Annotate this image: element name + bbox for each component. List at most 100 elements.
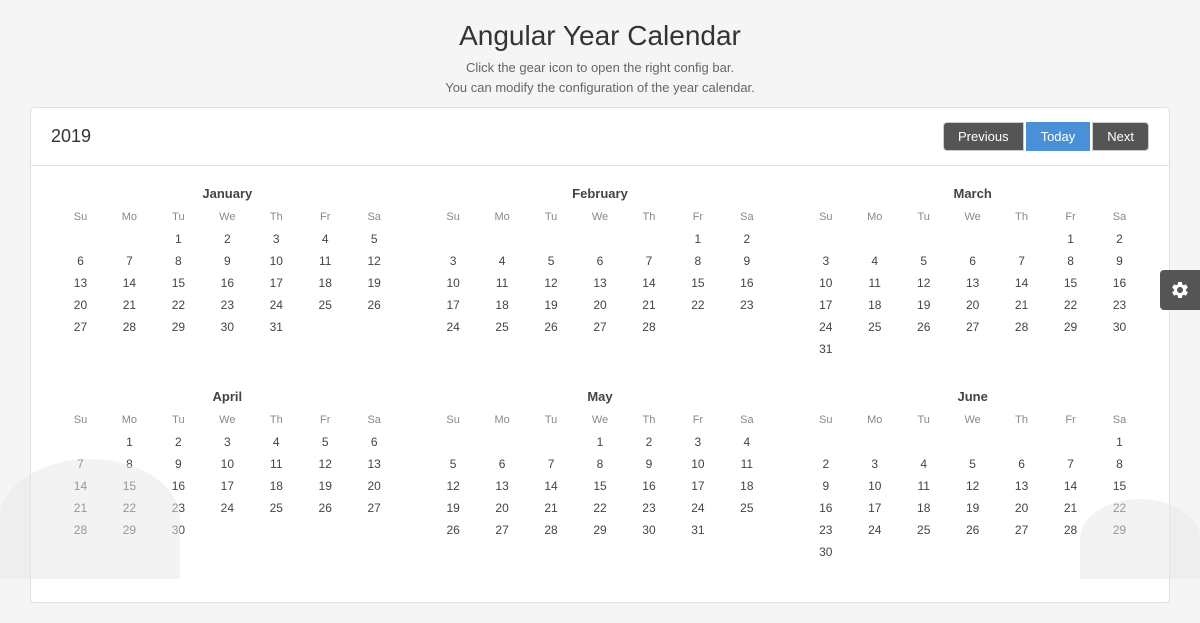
day-cell[interactable]: 3 xyxy=(801,251,850,271)
day-cell[interactable]: 27 xyxy=(350,498,399,518)
day-cell[interactable]: 10 xyxy=(801,273,850,293)
day-cell[interactable]: 12 xyxy=(350,251,399,271)
day-cell[interactable]: 26 xyxy=(527,317,576,337)
day-cell[interactable]: 22 xyxy=(1046,295,1095,315)
day-cell[interactable]: 7 xyxy=(997,251,1046,271)
day-cell[interactable]: 5 xyxy=(899,251,948,271)
day-cell[interactable]: 11 xyxy=(478,273,527,293)
day-cell[interactable]: 15 xyxy=(1046,273,1095,293)
day-cell[interactable]: 13 xyxy=(948,273,997,293)
day-cell[interactable]: 17 xyxy=(850,498,899,518)
day-cell[interactable]: 3 xyxy=(673,432,722,452)
day-cell[interactable]: 25 xyxy=(252,498,301,518)
day-cell[interactable]: 23 xyxy=(722,295,771,315)
day-cell[interactable]: 2 xyxy=(154,432,203,452)
day-cell[interactable]: 31 xyxy=(252,317,301,337)
day-cell[interactable]: 11 xyxy=(252,454,301,474)
day-cell[interactable]: 13 xyxy=(576,273,625,293)
day-cell[interactable]: 4 xyxy=(850,251,899,271)
day-cell[interactable]: 24 xyxy=(673,498,722,518)
day-cell[interactable]: 18 xyxy=(252,476,301,496)
day-cell[interactable]: 27 xyxy=(478,520,527,540)
day-cell[interactable]: 3 xyxy=(203,432,252,452)
today-button[interactable]: Today xyxy=(1026,122,1091,151)
day-cell[interactable]: 20 xyxy=(478,498,527,518)
day-cell[interactable]: 24 xyxy=(429,317,478,337)
day-cell[interactable]: 7 xyxy=(1046,454,1095,474)
day-cell[interactable]: 27 xyxy=(576,317,625,337)
day-cell[interactable]: 19 xyxy=(429,498,478,518)
day-cell[interactable]: 1 xyxy=(154,229,203,249)
day-cell[interactable]: 23 xyxy=(203,295,252,315)
day-cell[interactable]: 3 xyxy=(252,229,301,249)
day-cell[interactable]: 21 xyxy=(624,295,673,315)
day-cell[interactable]: 28 xyxy=(527,520,576,540)
day-cell[interactable]: 24 xyxy=(203,498,252,518)
day-cell[interactable]: 30 xyxy=(1095,317,1144,337)
day-cell[interactable]: 7 xyxy=(527,454,576,474)
day-cell[interactable]: 20 xyxy=(350,476,399,496)
day-cell[interactable]: 8 xyxy=(154,251,203,271)
day-cell[interactable]: 16 xyxy=(801,498,850,518)
day-cell[interactable]: 31 xyxy=(801,339,850,359)
day-cell[interactable]: 29 xyxy=(1046,317,1095,337)
day-cell[interactable]: 17 xyxy=(429,295,478,315)
day-cell[interactable]: 18 xyxy=(301,273,350,293)
day-cell[interactable]: 10 xyxy=(850,476,899,496)
day-cell[interactable]: 14 xyxy=(1046,476,1095,496)
day-cell[interactable]: 20 xyxy=(997,498,1046,518)
day-cell[interactable]: 4 xyxy=(722,432,771,452)
day-cell[interactable]: 3 xyxy=(850,454,899,474)
day-cell[interactable]: 21 xyxy=(1046,498,1095,518)
day-cell[interactable]: 11 xyxy=(301,251,350,271)
day-cell[interactable]: 2 xyxy=(801,454,850,474)
day-cell[interactable]: 2 xyxy=(722,229,771,249)
day-cell[interactable]: 6 xyxy=(997,454,1046,474)
day-cell[interactable]: 16 xyxy=(722,273,771,293)
day-cell[interactable]: 19 xyxy=(948,498,997,518)
day-cell[interactable]: 5 xyxy=(301,432,350,452)
day-cell[interactable]: 1 xyxy=(105,432,154,452)
day-cell[interactable]: 18 xyxy=(899,498,948,518)
day-cell[interactable]: 12 xyxy=(301,454,350,474)
day-cell[interactable]: 29 xyxy=(576,520,625,540)
day-cell[interactable]: 11 xyxy=(850,273,899,293)
day-cell[interactable]: 8 xyxy=(673,251,722,271)
day-cell[interactable]: 14 xyxy=(997,273,1046,293)
day-cell[interactable]: 23 xyxy=(801,520,850,540)
day-cell[interactable]: 6 xyxy=(948,251,997,271)
day-cell[interactable]: 9 xyxy=(624,454,673,474)
day-cell[interactable]: 31 xyxy=(673,520,722,540)
day-cell[interactable]: 6 xyxy=(350,432,399,452)
day-cell[interactable]: 4 xyxy=(301,229,350,249)
day-cell[interactable]: 22 xyxy=(673,295,722,315)
day-cell[interactable]: 25 xyxy=(850,317,899,337)
day-cell[interactable]: 12 xyxy=(948,476,997,496)
day-cell[interactable]: 29 xyxy=(154,317,203,337)
day-cell[interactable]: 7 xyxy=(624,251,673,271)
day-cell[interactable]: 8 xyxy=(1046,251,1095,271)
day-cell[interactable]: 13 xyxy=(478,476,527,496)
day-cell[interactable]: 25 xyxy=(478,317,527,337)
day-cell[interactable]: 12 xyxy=(899,273,948,293)
day-cell[interactable]: 5 xyxy=(429,454,478,474)
day-cell[interactable]: 2 xyxy=(203,229,252,249)
day-cell[interactable]: 15 xyxy=(154,273,203,293)
day-cell[interactable]: 27 xyxy=(948,317,997,337)
day-cell[interactable]: 3 xyxy=(429,251,478,271)
day-cell[interactable]: 26 xyxy=(948,520,997,540)
day-cell[interactable]: 11 xyxy=(722,454,771,474)
day-cell[interactable]: 14 xyxy=(105,273,154,293)
day-cell[interactable]: 25 xyxy=(899,520,948,540)
day-cell[interactable]: 27 xyxy=(997,520,1046,540)
day-cell[interactable]: 9 xyxy=(801,476,850,496)
day-cell[interactable]: 12 xyxy=(527,273,576,293)
day-cell[interactable]: 2 xyxy=(1095,229,1144,249)
day-cell[interactable]: 13 xyxy=(56,273,105,293)
day-cell[interactable]: 8 xyxy=(1095,454,1144,474)
day-cell[interactable]: 17 xyxy=(673,476,722,496)
day-cell[interactable]: 10 xyxy=(203,454,252,474)
day-cell[interactable]: 17 xyxy=(203,476,252,496)
day-cell[interactable]: 18 xyxy=(850,295,899,315)
day-cell[interactable]: 13 xyxy=(350,454,399,474)
